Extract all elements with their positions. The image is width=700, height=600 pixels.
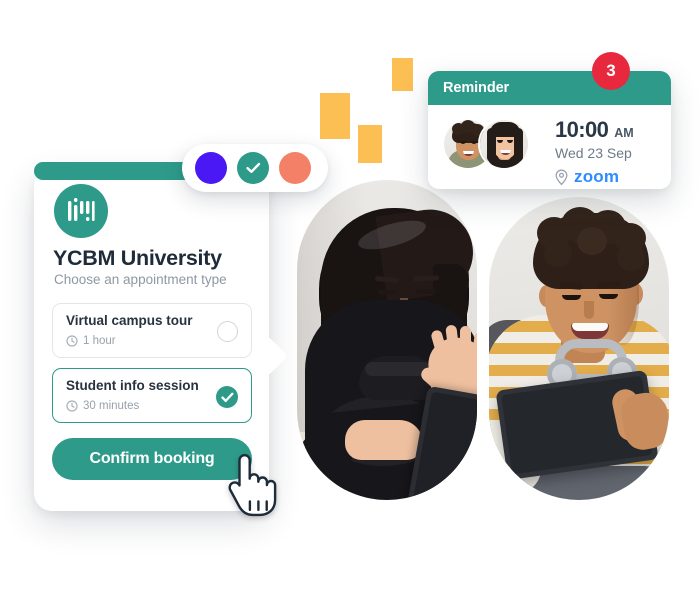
photo-man-with-headphones-holding-tablet (489, 197, 669, 500)
color-swatch-teal[interactable] (237, 152, 269, 184)
reminder-title: Reminder (443, 80, 510, 96)
page-title: YCBM University (53, 246, 222, 270)
reminder-time-value: 10:00 (555, 117, 609, 142)
appointment-option-student-info-session[interactable]: Student info session 30 minutes (52, 368, 252, 423)
illustration-stage: YCBM University Choose an appointment ty… (0, 0, 700, 600)
card-pointer-arrow (248, 336, 288, 376)
radio-empty-icon[interactable] (217, 321, 238, 342)
appointment-option-virtual-campus-tour[interactable]: Virtual campus tour 1 hour (52, 303, 252, 358)
reminder-time-meridiem: AM (614, 126, 634, 140)
appointment-option-label: Student info session (66, 378, 199, 393)
reminder-card: Reminder 10:00 AM Wed 23 Sep zoom (428, 71, 671, 189)
color-swatch-coral[interactable] (279, 152, 311, 184)
confirm-booking-button[interactable]: Confirm booking (52, 438, 252, 480)
avatar-attendee-2 (478, 118, 530, 170)
appointment-option-label: Virtual campus tour (66, 313, 193, 328)
appointment-duration-label: 1 hour (83, 335, 116, 347)
photo-woman-waving-at-tablet (297, 180, 477, 500)
clock-icon (66, 335, 78, 347)
pointing-hand-cursor-icon (223, 452, 279, 523)
reminder-card-header: Reminder (428, 71, 671, 105)
color-swatch-purple[interactable] (195, 152, 227, 184)
color-picker (182, 144, 328, 192)
appointment-duration-label: 30 minutes (83, 400, 140, 412)
page-subtitle: Choose an appointment type (54, 272, 227, 287)
check-circle-icon[interactable] (216, 386, 238, 408)
reminder-card-body: 10:00 AM Wed 23 Sep zoom (428, 105, 671, 189)
check-icon (245, 162, 260, 173)
reminder-time-row: 10:00 AM (555, 117, 634, 143)
notification-badge: 3 (592, 52, 630, 90)
appointment-duration-row: 1 hour (66, 335, 116, 347)
sparkle-large-icon (320, 93, 350, 139)
appointment-duration-row: 30 minutes (66, 400, 139, 412)
map-pin-icon (555, 169, 568, 185)
sparkle-mid-icon (358, 125, 382, 163)
clock-icon (66, 400, 78, 412)
reminder-date: Wed 23 Sep (555, 145, 632, 161)
ycbm-bars-logo-icon (54, 184, 108, 238)
sparkle-small-icon (392, 58, 413, 91)
zoom-wordmark: zoom (574, 167, 620, 186)
reminder-location-row: zoom (554, 167, 619, 187)
